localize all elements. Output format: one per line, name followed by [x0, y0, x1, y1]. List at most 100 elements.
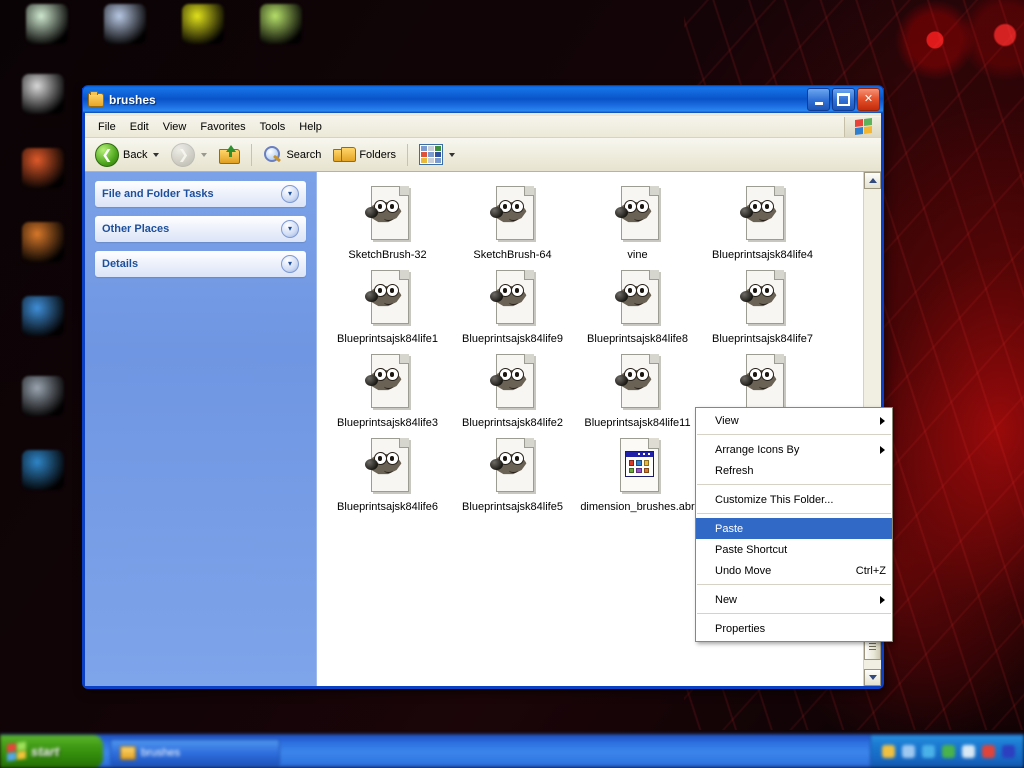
- context-menu-item-view[interactable]: View: [696, 410, 892, 431]
- file-name-label: Blueprintsajsk84life7: [712, 333, 813, 345]
- context-menu-item-new[interactable]: New: [696, 589, 892, 610]
- context-menu-item-undo-move[interactable]: Undo Move Ctrl+Z: [696, 560, 892, 581]
- file-item[interactable]: Blueprintsajsk84life3: [325, 346, 450, 430]
- gimp-file-icon: [739, 270, 786, 324]
- file-item[interactable]: Blueprintsajsk84life4: [700, 178, 825, 262]
- tray-icon-4[interactable]: [942, 745, 955, 758]
- file-icon-box: [477, 431, 549, 499]
- chevron-double-down-icon[interactable]: ▾: [281, 220, 299, 238]
- desktop-icon-1[interactable]: [8, 4, 86, 58]
- file-item[interactable]: Blueprintsajsk84life9: [450, 262, 575, 346]
- file-name-label: Blueprintsajsk84life5: [462, 501, 563, 513]
- file-name-label: SketchBrush-32: [348, 249, 427, 261]
- desktop-icon-6[interactable]: [4, 148, 82, 202]
- back-button[interactable]: ❮ Back: [89, 139, 165, 171]
- window-controls: ✕: [807, 88, 880, 111]
- generic-file-icon: [615, 438, 661, 492]
- file-name-label: Blueprintsajsk84life11: [584, 417, 691, 429]
- tray-icon-5[interactable]: [962, 745, 975, 758]
- tray-icon-7[interactable]: [1002, 745, 1015, 758]
- desktop-icon-label: [4, 266, 82, 276]
- forward-button[interactable]: ❯: [165, 139, 213, 171]
- desktop-icon-3[interactable]: [164, 4, 242, 58]
- tray-icon-3[interactable]: [922, 745, 935, 758]
- file-icon-box: [477, 179, 549, 247]
- views-button[interactable]: [413, 140, 461, 169]
- gimp-file-icon: [364, 438, 411, 492]
- folder-icon: [120, 745, 136, 760]
- context-menu-separator: [697, 484, 891, 486]
- tray-icon-6[interactable]: [982, 745, 995, 758]
- file-item[interactable]: Blueprintsajsk84life5: [450, 430, 575, 514]
- context-menu-separator: [697, 434, 891, 436]
- maximize-button[interactable]: [832, 88, 855, 111]
- chevron-double-down-icon[interactable]: ▾: [281, 185, 299, 203]
- minimize-button[interactable]: [807, 88, 830, 111]
- tray-icon-1[interactable]: [882, 745, 895, 758]
- close-button[interactable]: ✕: [857, 88, 880, 111]
- menu-favorites[interactable]: Favorites: [193, 119, 252, 135]
- desktop-icon-10[interactable]: [4, 450, 82, 504]
- submenu-arrow-icon: [880, 416, 885, 425]
- panel-title: File and Folder Tasks: [102, 188, 214, 200]
- forward-dropdown-caret-icon[interactable]: [201, 152, 208, 157]
- up-button[interactable]: [213, 141, 246, 168]
- desktop-icon-label: [4, 494, 82, 504]
- menu-bar: File Edit View Favorites Tools Help: [85, 116, 881, 138]
- chevron-double-down-icon[interactable]: ▾: [281, 255, 299, 273]
- task-panel-details[interactable]: Details ▾: [95, 251, 306, 277]
- file-item[interactable]: SketchBrush-32: [325, 178, 450, 262]
- views-dropdown-caret-icon[interactable]: [449, 152, 456, 157]
- gimp-file-icon: [489, 186, 536, 240]
- menu-tools[interactable]: Tools: [253, 119, 293, 135]
- context-menu-item-arrange-icons-by[interactable]: Arrange Icons By: [696, 439, 892, 460]
- context-menu[interactable]: View Arrange Icons By Refresh Customize Thi…: [695, 407, 893, 642]
- scroll-down-button[interactable]: [864, 669, 881, 686]
- context-menu-item-customize-this-folder[interactable]: Customize This Folder...: [696, 489, 892, 510]
- tray-icon-2[interactable]: [902, 745, 915, 758]
- context-menu-item-paste-shortcut[interactable]: Paste Shortcut: [696, 539, 892, 560]
- file-item[interactable]: Blueprintsajsk84life7: [700, 262, 825, 346]
- file-item[interactable]: vine: [575, 178, 700, 262]
- file-item[interactable]: dimension_brushes.abr: [575, 430, 700, 514]
- desktop-icon-5[interactable]: [4, 74, 82, 128]
- taskbar-buttons: brushes: [110, 739, 280, 766]
- menu-help[interactable]: Help: [292, 119, 329, 135]
- back-arrow-icon: ❮: [95, 142, 119, 167]
- desktop-icon-8[interactable]: [4, 296, 82, 350]
- file-item[interactable]: Blueprintsajsk84life8: [575, 262, 700, 346]
- context-menu-item-label: Refresh: [715, 464, 754, 477]
- file-name-label: Blueprintsajsk84life9: [462, 333, 563, 345]
- task-panel-file-and-folder-tasks[interactable]: File and Folder Tasks ▾: [95, 181, 306, 207]
- file-item[interactable]: SketchBrush-64: [450, 178, 575, 262]
- menu-edit[interactable]: Edit: [123, 119, 156, 135]
- start-button[interactable]: start: [0, 735, 103, 768]
- file-icon-box: [727, 347, 799, 415]
- scroll-up-button[interactable]: [864, 172, 881, 189]
- file-item[interactable]: Blueprintsajsk84life2: [450, 346, 575, 430]
- file-name-label: dimension_brushes.abr: [580, 501, 695, 513]
- folders-button[interactable]: Folders: [327, 142, 402, 167]
- file-item[interactable]: Blueprintsajsk84life1: [325, 262, 450, 346]
- context-menu-item-paste[interactable]: Paste: [696, 518, 892, 539]
- file-item[interactable]: Blueprintsajsk84life6: [325, 430, 450, 514]
- desktop-icon-glyph: [26, 4, 68, 44]
- menu-file[interactable]: File: [91, 119, 123, 135]
- context-menu-item-properties[interactable]: Properties: [696, 618, 892, 639]
- file-name-label: SketchBrush-64: [473, 249, 552, 261]
- context-menu-item-refresh[interactable]: Refresh: [696, 460, 892, 481]
- back-dropdown-caret-icon[interactable]: [153, 152, 160, 157]
- desktop-icon-7[interactable]: [4, 222, 82, 276]
- window-titlebar[interactable]: brushes ✕: [82, 85, 884, 113]
- desktop-icon-2[interactable]: [86, 4, 164, 58]
- search-button[interactable]: Search: [257, 142, 327, 168]
- file-row: Blueprintsajsk84life1 Blueprintsajsk84lif…: [325, 262, 864, 346]
- desktop-icon-4[interactable]: [242, 4, 320, 58]
- submenu-arrow-icon: [880, 445, 885, 454]
- desktop-icon-9[interactable]: [4, 376, 82, 430]
- file-item[interactable]: Blueprintsajsk84life11: [575, 346, 700, 430]
- taskbar-item-brushes[interactable]: brushes: [110, 739, 280, 766]
- task-panel-other-places[interactable]: Other Places ▾: [95, 216, 306, 242]
- menu-view[interactable]: View: [156, 119, 194, 135]
- desktop-icon-glyph: [22, 74, 64, 114]
